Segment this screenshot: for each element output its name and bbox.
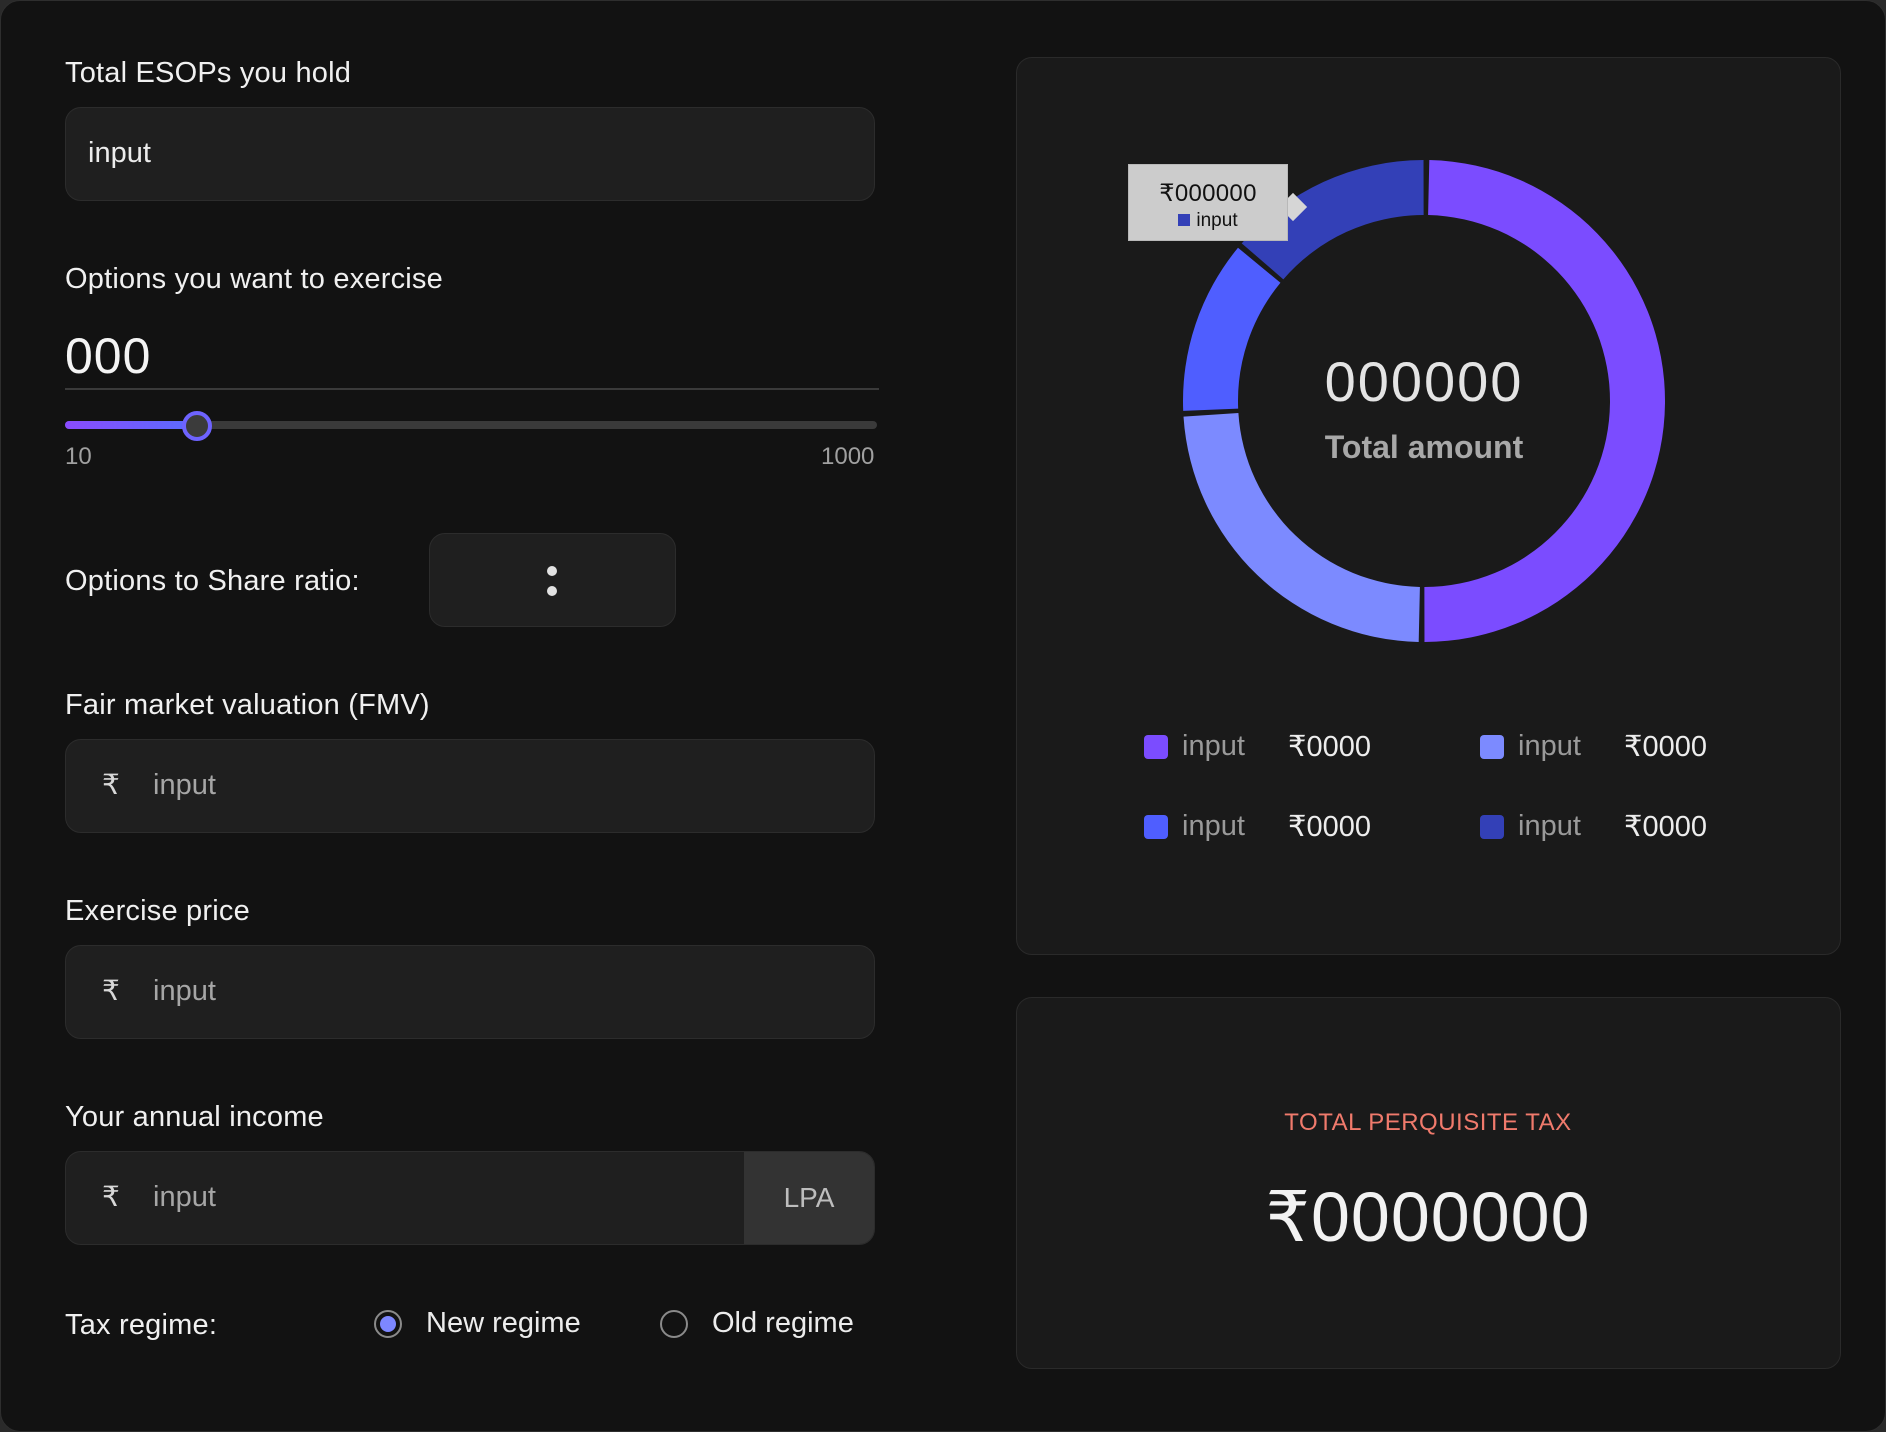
legend-item: input ₹0000 xyxy=(1144,809,1371,844)
tooltip-label: input xyxy=(1196,210,1238,231)
legend-swatch xyxy=(1144,734,1168,759)
chart-tooltip: ₹000000 input xyxy=(1128,164,1288,241)
legend-swatch xyxy=(1144,814,1168,839)
legend-item: input ₹0000 xyxy=(1480,729,1707,764)
total-perquisite-tax-label: TOTAL PERQUISITE TAX xyxy=(1284,1109,1572,1136)
legend-label: input xyxy=(1518,810,1581,842)
tooltip-swatch xyxy=(1178,214,1191,226)
tooltip-value: ₹000000 xyxy=(1159,180,1257,207)
esop-tax-calculator: Total ESOPs you hold input Options you w… xyxy=(0,0,1886,1432)
legend-item: input ₹0000 xyxy=(1480,809,1707,844)
legend-label: input xyxy=(1182,730,1245,762)
legend-label: input xyxy=(1518,730,1581,762)
total-amount-value: 000000 xyxy=(1324,350,1524,413)
legend-swatch xyxy=(1480,814,1504,839)
total-amount-label: Total amount xyxy=(1324,429,1524,465)
legend-item: input ₹0000 xyxy=(1144,729,1371,764)
legend-value: ₹0000 xyxy=(1624,731,1707,763)
legend-value: ₹0000 xyxy=(1624,811,1707,843)
legend-label: input xyxy=(1182,810,1245,842)
legend-value: ₹0000 xyxy=(1288,811,1371,843)
legend-swatch xyxy=(1480,734,1504,759)
total-perquisite-tax-value: ₹0000000 xyxy=(1265,1178,1591,1256)
legend-value: ₹0000 xyxy=(1288,731,1371,763)
